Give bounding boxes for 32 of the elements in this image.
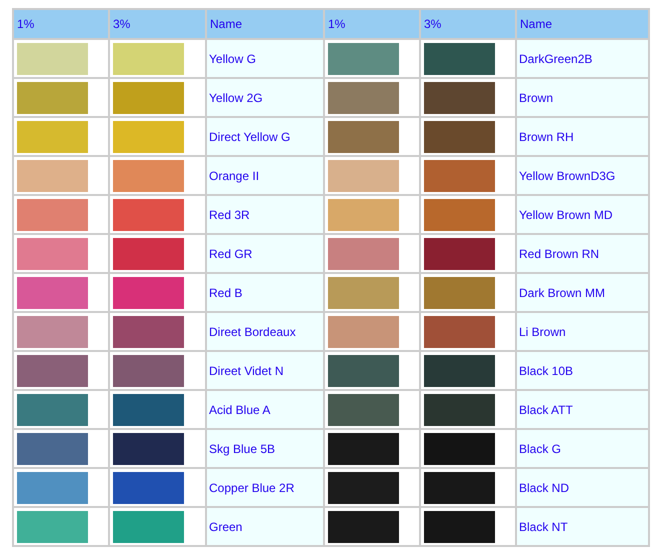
dye-name-cell: Li Brown: [516, 312, 649, 351]
column-header: 1%: [324, 9, 420, 39]
dye-name-cell: Yellow 2G: [206, 78, 324, 117]
dye-name-cell: Direet Videt N: [206, 351, 324, 390]
dye-name-cell: Direet Bordeaux: [206, 312, 324, 351]
dye-name-cell: Red 3R: [206, 195, 324, 234]
dye-name-cell: Black ND: [516, 468, 649, 507]
dye-name-cell: Black G: [516, 429, 649, 468]
dye-name-cell: Copper Blue 2R: [206, 468, 324, 507]
dye-name-cell: DarkGreen2B: [516, 39, 649, 78]
dye-name-cell: Green: [206, 507, 324, 546]
dye-name-cell: Red Brown RN: [516, 234, 649, 273]
dye-name-cell: Yellow G: [206, 39, 324, 78]
dye-name-cell: Yellow BrownD3G: [516, 156, 649, 195]
dye-name-cell: Skg Blue 5B: [206, 429, 324, 468]
dye-name-cell: Red B: [206, 273, 324, 312]
dye-name-cell: Red GR: [206, 234, 324, 273]
dye-name-cell: Black NT: [516, 507, 649, 546]
dye-name-cell: Brown RH: [516, 117, 649, 156]
column-header: Name: [206, 9, 324, 39]
dye-name-cell: Black 10B: [516, 351, 649, 390]
dye-name-cell: Yellow Brown MD: [516, 195, 649, 234]
column-header: 1%: [13, 9, 109, 39]
dye-name-cell: Dark Brown MM: [516, 273, 649, 312]
dye-name-cell: Orange II: [206, 156, 324, 195]
column-header: 3%: [109, 9, 206, 39]
dye-name-cell: Brown: [516, 78, 649, 117]
column-header: Name: [516, 9, 649, 39]
dye-name-cell: Acid Blue A: [206, 390, 324, 429]
dye-name-cell: Black ATT: [516, 390, 649, 429]
dye-name-cell: Direct Yellow G: [206, 117, 324, 156]
column-header: 3%: [420, 9, 516, 39]
